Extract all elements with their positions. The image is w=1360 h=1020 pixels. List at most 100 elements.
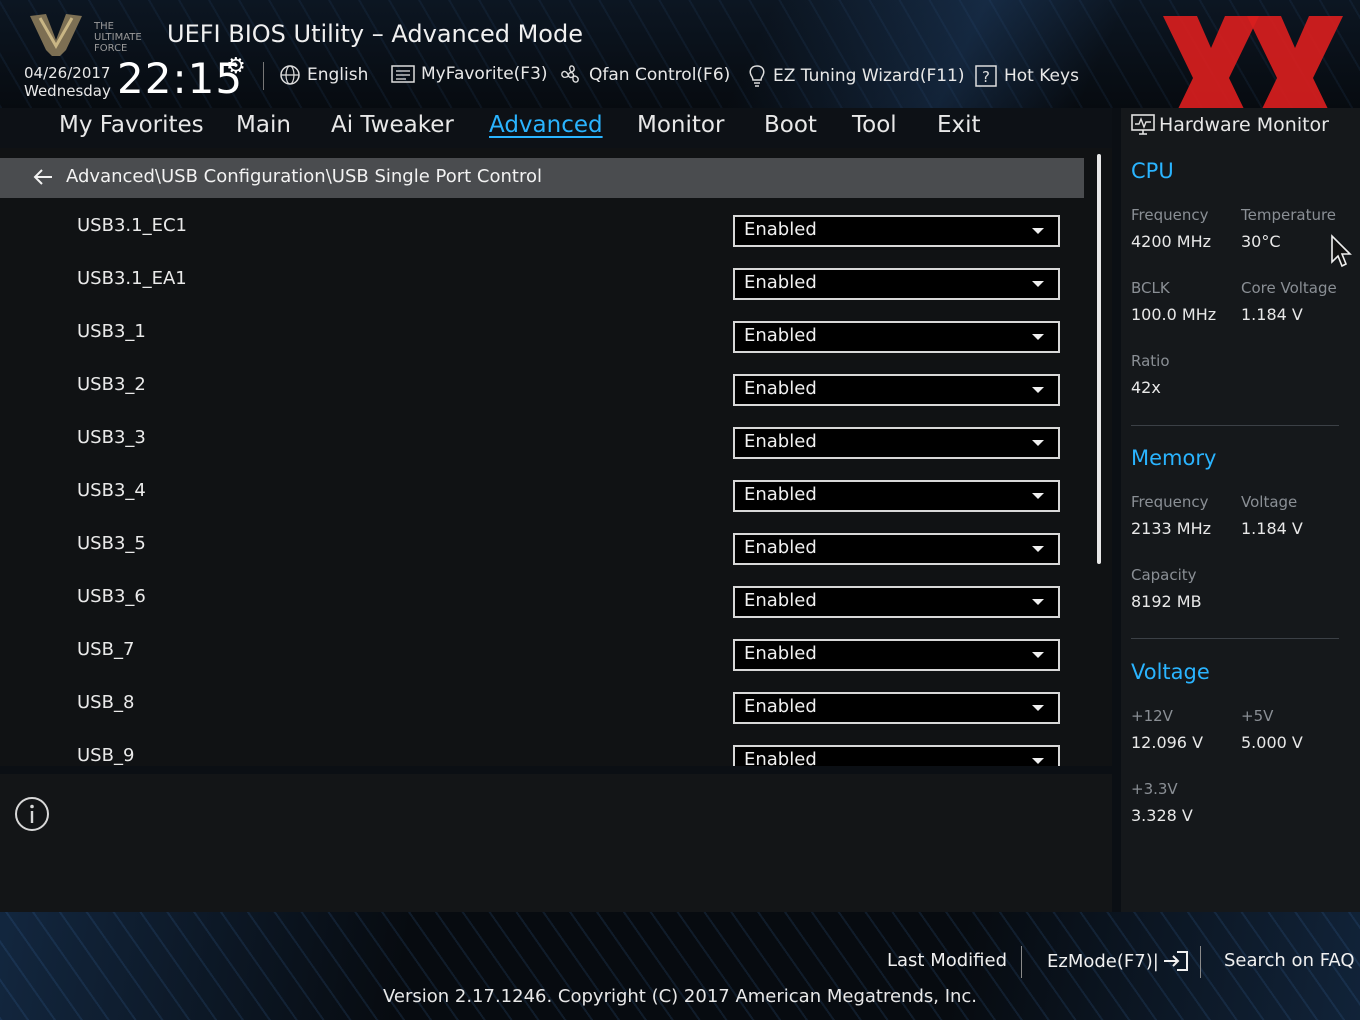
dropdown-value: Enabled [744, 272, 817, 293]
setting-label: USB3_5 [77, 533, 146, 554]
hot-keys-button[interactable]: ? Hot Keys [974, 64, 1079, 88]
ez-tuning-wizard-button[interactable]: EZ Tuning Wizard(F11) [747, 64, 965, 88]
globe-icon [280, 65, 300, 85]
tab-tool[interactable]: Tool [852, 112, 897, 138]
search-faq-button[interactable]: Search on FAQ [1224, 950, 1355, 971]
setting-row-usb-7: USB_7 Enabled [0, 639, 1084, 692]
setting-row-usb31-ec1: USB3.1_EC1 Enabled [0, 215, 1084, 268]
breadcrumb: Advanced\USB Configuration\USB Single Po… [0, 158, 1084, 198]
myfavorite-label: MyFavorite(F3) [421, 64, 548, 84]
dropdown-value: Enabled [744, 696, 817, 717]
dropdown-value: Enabled [744, 484, 817, 505]
dropdown-caret-icon [1032, 440, 1044, 446]
tuf-logo: THE ULTIMATE FORCE [30, 14, 142, 56]
footer-divider [1200, 946, 1201, 978]
logo-text-the: THE [93, 21, 114, 32]
back-arrow-icon[interactable] [32, 167, 54, 187]
dropdown-caret-icon [1032, 281, 1044, 287]
setting-label: USB3_2 [77, 374, 146, 395]
setting-dropdown[interactable]: Enabled [733, 639, 1060, 671]
setting-label: USB_7 [77, 639, 135, 660]
dropdown-value: Enabled [744, 590, 817, 611]
settings-gear-icon[interactable]: ⚙ [226, 54, 246, 79]
header-divider [263, 62, 264, 90]
version-text: Version 2.17.1246. Copyright (C) 2017 Am… [382, 986, 978, 1007]
top-header: THE ULTIMATE FORCE UEFI BIOS Utility – A… [0, 0, 1360, 108]
tab-boot[interactable]: Boot [764, 112, 817, 138]
tab-my-favorites[interactable]: My Favorites [59, 112, 204, 138]
v5-label: +5V [1241, 707, 1274, 725]
setting-dropdown[interactable]: Enabled [733, 692, 1060, 724]
tab-main[interactable]: Main [236, 112, 291, 138]
setting-row-usb3-5: USB3_5 Enabled [0, 533, 1084, 586]
settings-scrollbar[interactable] [1097, 154, 1101, 564]
last-modified-button[interactable]: Last Modified [887, 950, 1007, 971]
section-divider [1131, 425, 1339, 426]
breadcrumb-path: Advanced\USB Configuration\USB Single Po… [66, 166, 542, 187]
ezmode-label: EzMode(F7)| [1047, 950, 1159, 972]
search-faq-label: Search on FAQ [1224, 950, 1355, 971]
dropdown-value: Enabled [744, 537, 817, 558]
memory-voltage-label: Voltage [1241, 493, 1298, 511]
setting-dropdown[interactable]: Enabled [733, 268, 1060, 300]
clock-time: 22:15 [117, 54, 244, 103]
mouse-cursor-icon [1331, 234, 1352, 268]
bclk-label: BCLK [1131, 279, 1170, 297]
logo-text-ultimate: ULTIMATE [94, 32, 142, 43]
core-voltage-value: 1.184 V [1241, 305, 1303, 324]
setting-row-usb-8: USB_8 Enabled [0, 692, 1084, 745]
v33-label: +3.3V [1131, 780, 1178, 798]
setting-label: USB_9 [77, 745, 135, 766]
tab-ai-tweaker[interactable]: Ai Tweaker [331, 112, 454, 138]
hardware-monitor-header: Hardware Monitor [1121, 108, 1360, 144]
setting-row-usb3-4: USB3_4 Enabled [0, 480, 1084, 533]
myfavorite-button[interactable]: MyFavorite(F3) [391, 64, 548, 84]
cpu-frequency-value: 4200 MHz [1131, 232, 1212, 251]
main-tab-bar: My Favorites Main Ai Tweaker Advanced Mo… [0, 108, 1112, 148]
dropdown-caret-icon [1032, 228, 1044, 234]
dropdown-caret-icon [1032, 705, 1044, 711]
cpu-temperature-value: 30°C [1241, 232, 1281, 251]
setting-dropdown[interactable]: Enabled [733, 745, 1060, 766]
section-divider [1131, 638, 1339, 639]
setting-dropdown[interactable]: Enabled [733, 374, 1060, 406]
tab-monitor[interactable]: Monitor [637, 112, 724, 138]
v5-value: 5.000 V [1241, 733, 1303, 752]
setting-label: USB3.1_EA1 [77, 268, 187, 289]
ezmode-button[interactable]: EzMode(F7)| [1047, 950, 1189, 972]
setting-dropdown[interactable]: Enabled [733, 480, 1060, 512]
dropdown-value: Enabled [744, 378, 817, 399]
logo-text-force: FORCE [94, 43, 127, 54]
tab-advanced[interactable]: Advanced [489, 112, 603, 138]
last-modified-label: Last Modified [887, 950, 1008, 971]
memory-heading: Memory [1131, 446, 1217, 470]
capacity-value: 8192 MB [1131, 592, 1202, 611]
ratio-label: Ratio [1131, 352, 1170, 370]
setting-dropdown[interactable]: Enabled [733, 427, 1060, 459]
dropdown-caret-icon [1032, 334, 1044, 340]
setting-dropdown[interactable]: Enabled [733, 533, 1060, 565]
memory-voltage-value: 1.184 V [1241, 519, 1303, 538]
dropdown-value: Enabled [744, 219, 817, 240]
hot-keys-label: Hot Keys [1004, 66, 1079, 86]
setting-row-usb3-6: USB3_6 Enabled [0, 586, 1084, 639]
qfan-control-button[interactable]: Qfan Control(F6) [559, 64, 730, 86]
tab-exit[interactable]: Exit [937, 112, 981, 138]
info-icon [15, 797, 49, 831]
help-info-panel [0, 774, 1112, 912]
setting-label: USB3_1 [77, 321, 146, 342]
dropdown-caret-icon [1032, 758, 1044, 764]
setting-row-usb3-1: USB3_1 Enabled [0, 321, 1084, 374]
setting-dropdown[interactable]: Enabled [733, 586, 1060, 618]
dropdown-caret-icon [1032, 652, 1044, 658]
setting-row-usb3-3: USB3_3 Enabled [0, 427, 1084, 480]
language-button[interactable]: English [279, 64, 368, 86]
v33-value: 3.328 V [1131, 806, 1193, 825]
memory-frequency-label: Frequency [1131, 493, 1209, 511]
hardware-monitor-title: Hardware Monitor [1159, 114, 1329, 136]
setting-label: USB_8 [77, 692, 135, 713]
core-voltage-label: Core Voltage [1241, 279, 1337, 297]
voltage-heading: Voltage [1131, 660, 1210, 684]
setting-dropdown[interactable]: Enabled [733, 321, 1060, 353]
setting-dropdown[interactable]: Enabled [733, 215, 1060, 247]
